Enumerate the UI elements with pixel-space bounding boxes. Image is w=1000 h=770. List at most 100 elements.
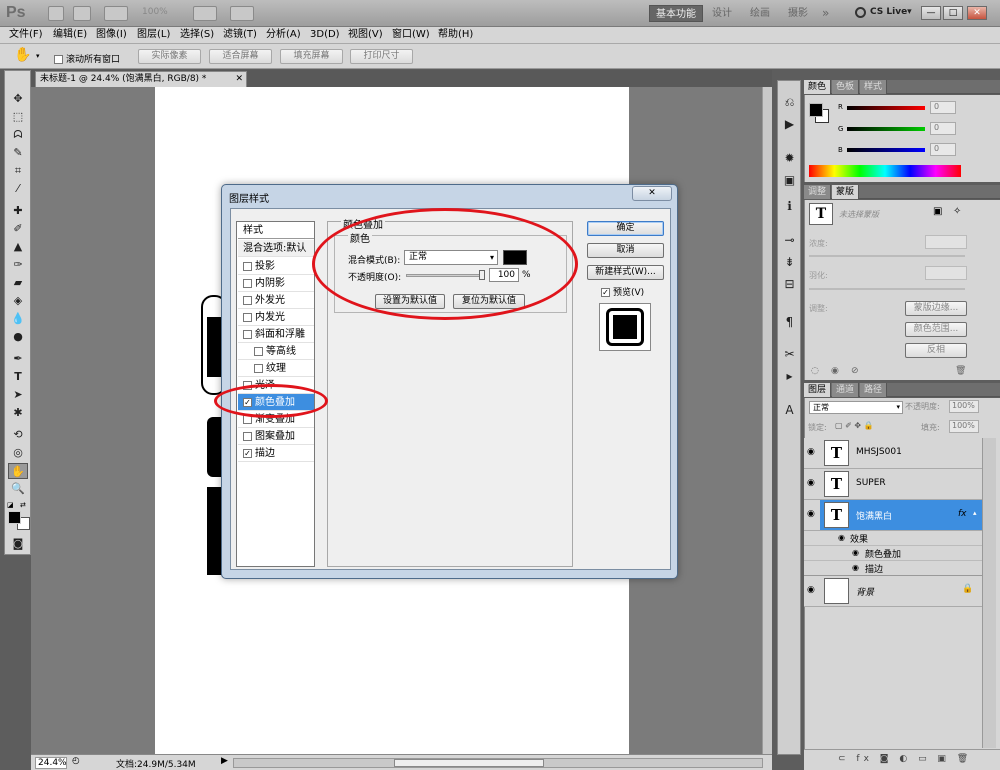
vector-mask-icon[interactable]: ✧ bbox=[953, 206, 961, 217]
workspace-photography[interactable]: 摄影 bbox=[788, 5, 808, 22]
menu-file[interactable]: 文件(F) bbox=[9, 28, 43, 42]
eraser-tool-icon[interactable]: ▰ bbox=[8, 275, 28, 291]
checkbox[interactable] bbox=[243, 329, 252, 339]
menu-window[interactable]: 窗口(W) bbox=[392, 28, 430, 42]
checkbox-checked[interactable]: ✓ bbox=[243, 448, 252, 458]
style-item-texture[interactable]: 纹理 bbox=[238, 360, 314, 377]
animation-panel-icon[interactable]: ▸ bbox=[780, 367, 799, 385]
healing-brush-tool-icon[interactable]: ✚ bbox=[8, 203, 28, 219]
eyedropper-tool-icon[interactable]: ⁄ bbox=[8, 181, 28, 197]
layer-row[interactable]: ◉ 背景 🔒 bbox=[804, 576, 982, 607]
tab-masks[interactable]: 蒙版 bbox=[832, 185, 860, 199]
tool-presets-icon[interactable]: ⊸ bbox=[780, 231, 799, 249]
bridge-icon[interactable] bbox=[48, 6, 64, 21]
tab-color[interactable]: 颜色 bbox=[804, 80, 832, 94]
move-tool-icon[interactable]: ✥ bbox=[8, 91, 28, 107]
tab-styles[interactable]: 样式 bbox=[860, 80, 888, 94]
mini-bridge-icon[interactable] bbox=[73, 6, 91, 21]
3d-orbit-tool-icon[interactable]: ◎ bbox=[8, 445, 28, 461]
menu-edit[interactable]: 编辑(E) bbox=[53, 28, 87, 42]
layer-fill-field[interactable]: 100% bbox=[949, 420, 979, 433]
paragraph-panel-icon[interactable]: ¶ bbox=[780, 313, 799, 331]
info-panel-icon[interactable]: ℹ bbox=[780, 197, 799, 215]
default-colors-icon[interactable]: ◪ bbox=[7, 501, 14, 509]
checkbox[interactable] bbox=[243, 261, 252, 271]
zoom-tool-icon[interactable]: 🔍 bbox=[8, 481, 28, 497]
green-value[interactable]: 0 bbox=[930, 122, 956, 135]
tab-swatches[interactable]: 色板 bbox=[832, 80, 860, 94]
invert-button[interactable]: 反相 bbox=[905, 343, 967, 358]
brushes-panel-icon[interactable]: ✹ bbox=[780, 149, 799, 167]
style-item-pattern-overlay[interactable]: 图案叠加 bbox=[238, 428, 314, 445]
disable-mask-icon[interactable]: ⊘ bbox=[851, 366, 859, 376]
tab-channels[interactable]: 通道 bbox=[832, 383, 860, 397]
actual-pixels-button[interactable]: 实际像素 bbox=[138, 49, 201, 64]
apply-mask-icon[interactable]: ◉ bbox=[831, 366, 839, 376]
expand-effects-icon[interactable]: ▴ bbox=[973, 509, 977, 517]
workspace-painting[interactable]: 绘画 bbox=[750, 5, 770, 22]
blur-tool-icon[interactable]: 💧 bbox=[8, 311, 28, 327]
effect-eye-icon[interactable]: ◉ bbox=[852, 563, 859, 572]
feather-slider[interactable] bbox=[809, 288, 965, 290]
style-item-contour[interactable]: 等高线 bbox=[238, 343, 314, 360]
workspace-essentials[interactable]: 基本功能 bbox=[649, 5, 703, 22]
close-tab-icon[interactable]: ✕ bbox=[235, 72, 243, 86]
clone-stamp-tool-icon[interactable]: ▲ bbox=[8, 239, 28, 255]
restore-button[interactable]: □ bbox=[943, 6, 963, 20]
menu-filter[interactable]: 滤镜(T) bbox=[223, 28, 257, 42]
preview-check-mark[interactable]: ✓ bbox=[601, 288, 610, 297]
preview-checkbox[interactable]: ✓ 预览(V) bbox=[601, 285, 644, 298]
print-size-button[interactable]: 打印尺寸 bbox=[350, 49, 413, 64]
menu-layer[interactable]: 图层(L) bbox=[137, 28, 170, 42]
character-panel-icon[interactable]: A bbox=[780, 401, 799, 419]
swap-colors-icon[interactable]: ⇄ bbox=[20, 501, 26, 509]
delete-mask-icon[interactable]: 🗑 bbox=[955, 366, 966, 376]
type-tool-icon[interactable]: T bbox=[8, 369, 28, 385]
style-item-inner-shadow[interactable]: 内阴影 bbox=[238, 275, 314, 292]
color-range-button[interactable]: 颜色范围... bbox=[905, 322, 967, 337]
layers-scrollbar[interactable] bbox=[982, 438, 996, 748]
effect-row[interactable]: ◉ 描边 bbox=[804, 561, 982, 576]
layer-row-selected[interactable]: T 饱满黑白 fx ▴ bbox=[820, 500, 982, 531]
scroll-all-windows-checkbox[interactable]: 滚动所有窗口 bbox=[54, 52, 120, 65]
arrange-documents-icon[interactable] bbox=[193, 6, 217, 21]
layers-footer-icons[interactable]: ⊂ fx ◙ ◐ ▭ ▣ 🗑 bbox=[804, 749, 1000, 770]
color-spectrum-bar[interactable] bbox=[809, 165, 961, 177]
measurement-panel-icon[interactable]: ⊟ bbox=[780, 275, 799, 293]
mask-edge-button[interactable]: 蒙版边缘... bbox=[905, 301, 967, 316]
workspace-design[interactable]: 设计 bbox=[712, 5, 732, 22]
tool-preset-dropdown-icon[interactable]: ▾ bbox=[36, 52, 40, 60]
dodge-tool-icon[interactable]: ● bbox=[8, 329, 28, 345]
history-panel-icon[interactable]: ⎌ bbox=[780, 93, 799, 111]
fill-screen-button[interactable]: 填充屏幕 bbox=[280, 49, 343, 64]
marquee-tool-icon[interactable]: ⬚ bbox=[8, 109, 28, 125]
layer-row[interactable]: ◉ T SUPER bbox=[804, 469, 982, 500]
3d-panel-icon[interactable]: ⇟ bbox=[780, 253, 799, 271]
style-item-bevel-emboss[interactable]: 斜面和浮雕 bbox=[238, 326, 314, 343]
effects-row[interactable]: ◉ 效果 bbox=[804, 531, 982, 546]
screen-mode-icon[interactable] bbox=[230, 6, 254, 21]
menu-select[interactable]: 选择(S) bbox=[180, 28, 214, 42]
load-selection-icon[interactable]: ◌ bbox=[811, 366, 819, 376]
vertical-scrollbar[interactable] bbox=[762, 87, 772, 754]
visibility-eye-icon[interactable]: ◉ bbox=[807, 509, 815, 519]
status-icon[interactable]: ◴ bbox=[72, 756, 80, 766]
minimize-button[interactable]: — bbox=[921, 6, 941, 20]
history-brush-tool-icon[interactable]: ✑ bbox=[8, 257, 28, 273]
visibility-eye-icon[interactable]: ◉ bbox=[807, 478, 815, 488]
foreground-color-swatch[interactable] bbox=[809, 103, 823, 117]
density-slider[interactable] bbox=[809, 255, 965, 257]
status-menu-arrow-icon[interactable]: ▶ bbox=[221, 756, 228, 766]
quick-select-tool-icon[interactable]: ✎ bbox=[8, 145, 28, 161]
paint-bucket-tool-icon[interactable]: ◈ bbox=[8, 293, 28, 309]
red-value[interactable]: 0 bbox=[930, 101, 956, 114]
density-field[interactable] bbox=[925, 235, 967, 249]
ok-button[interactable]: 确定 bbox=[587, 221, 664, 236]
clone-source-panel-icon[interactable]: ▣ bbox=[780, 171, 799, 189]
style-item-outer-glow[interactable]: 外发光 bbox=[238, 292, 314, 309]
tab-paths[interactable]: 路径 bbox=[860, 383, 888, 397]
red-slider[interactable] bbox=[847, 106, 925, 110]
shape-tool-icon[interactable]: ✱ bbox=[8, 405, 28, 421]
checkbox[interactable] bbox=[243, 295, 252, 305]
menu-3d[interactable]: 3D(D) bbox=[310, 28, 340, 42]
